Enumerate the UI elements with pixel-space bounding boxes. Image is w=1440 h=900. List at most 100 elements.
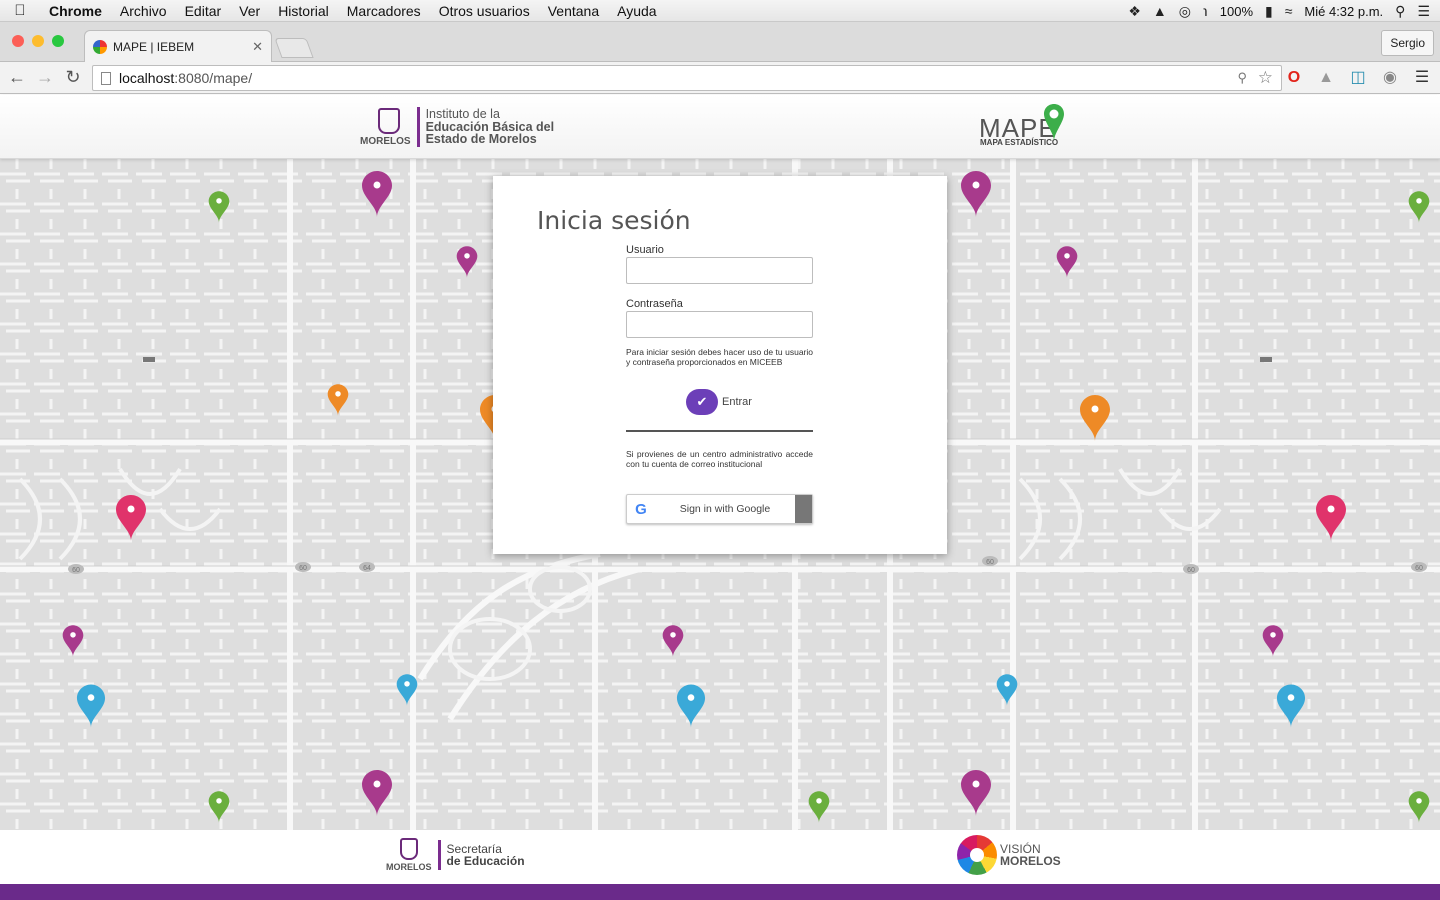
entrar-button[interactable]: ✔ Entrar xyxy=(686,389,752,415)
menu-ventana[interactable]: Ventana xyxy=(539,3,608,19)
map-marker-blue[interactable] xyxy=(76,683,106,729)
menubar-status-area: ❖ ▲ ◎ ℩ 100% ▮ ≈ Mié 4:32 p.m. ⚲ ☰ xyxy=(1128,0,1430,22)
chrome-menu-icon[interactable]: ☰ xyxy=(1412,68,1432,88)
footer-purple-bar xyxy=(0,884,1440,900)
login-card: Inicia sesión Usuario Contraseña Para in… xyxy=(493,176,947,554)
iebem-logo[interactable]: MORELOS Instituto de la Educación Básica… xyxy=(360,107,554,147)
battery-icon[interactable]: ▮ xyxy=(1265,3,1273,20)
battery-percent: 100% xyxy=(1219,3,1253,19)
browser-tab-active[interactable]: MAPE | IEBEM ✕ xyxy=(84,30,272,62)
page-icon xyxy=(101,71,111,85)
map-marker-magenta[interactable] xyxy=(960,769,992,817)
logo-divider xyxy=(416,107,420,147)
map-marker-green[interactable] xyxy=(208,190,230,224)
window-zoom-button[interactable] xyxy=(52,35,64,47)
menu-archivo[interactable]: Archivo xyxy=(111,3,176,19)
morelos-label-footer: MORELOS xyxy=(386,862,432,872)
map-marker-blue-small[interactable] xyxy=(396,673,418,707)
extension-icon[interactable]: ◫ xyxy=(1348,68,1368,88)
macos-menubar:  Chrome Archivo Editar Ver Historial Ma… xyxy=(0,0,1440,22)
secretaria-educacion-logo[interactable]: MORELOS Secretaría de Educación xyxy=(386,838,525,872)
map-marker-green[interactable] xyxy=(1408,190,1430,224)
menu-marcadores[interactable]: Marcadores xyxy=(338,3,430,19)
map-marker-magenta-small[interactable] xyxy=(1262,624,1284,658)
menu-otros-usuarios[interactable]: Otros usuarios xyxy=(430,3,539,19)
map-marker-magenta[interactable] xyxy=(361,769,393,817)
opera-extension-icon[interactable]: O xyxy=(1284,68,1304,88)
svg-text:60: 60 xyxy=(299,565,307,572)
url-path: :8080/mape/ xyxy=(174,70,253,86)
map-marker-blue[interactable] xyxy=(1276,683,1306,729)
map-marker-pink[interactable] xyxy=(115,492,147,544)
map-marker-orange[interactable] xyxy=(327,383,349,417)
svg-text:60: 60 xyxy=(1187,567,1195,574)
location-icon[interactable]: ◎ xyxy=(1179,3,1191,20)
morelos-shield-icon xyxy=(399,838,418,860)
menu-historial[interactable]: Historial xyxy=(269,3,338,19)
reload-icon[interactable]: ↻ xyxy=(62,66,84,88)
google-g-icon: G xyxy=(635,500,647,518)
map-marker-pink[interactable] xyxy=(1315,492,1347,544)
username-input[interactable] xyxy=(626,257,813,284)
map-marker-orange[interactable] xyxy=(1079,394,1111,442)
google-sign-in-button[interactable]: G Sign in with Google xyxy=(626,494,813,524)
bookmark-star-icon[interactable]: ☆ xyxy=(1258,68,1273,88)
morelos-seal: MORELOS xyxy=(360,107,411,147)
wifi-icon[interactable]: ≈ xyxy=(1285,3,1293,19)
footer-logo-divider xyxy=(437,840,441,870)
notification-center-icon[interactable]: ☰ xyxy=(1417,3,1430,20)
map-marker-magenta-small[interactable] xyxy=(1056,245,1078,279)
menu-editar[interactable]: Editar xyxy=(176,3,231,19)
map-marker-green[interactable] xyxy=(808,790,830,824)
google-button-edge xyxy=(795,495,812,523)
address-bar[interactable]: localhost:8080/mape/ ⚲ ☆ xyxy=(92,65,1282,91)
menu-ayuda[interactable]: Ayuda xyxy=(608,3,665,19)
map-marker-blue-small[interactable] xyxy=(996,673,1018,707)
svg-text:60: 60 xyxy=(1415,565,1423,572)
window-close-button[interactable] xyxy=(12,35,24,47)
map-marker-magenta-small[interactable] xyxy=(62,624,84,658)
forward-icon[interactable]: → xyxy=(34,66,56,88)
site-header: MORELOS Instituto de la Educación Básica… xyxy=(0,95,1440,159)
drive-extension-icon[interactable]: ▲ xyxy=(1316,68,1336,88)
map-pin-icon xyxy=(1044,104,1064,141)
iebem-line-1: Instituto de la xyxy=(425,107,500,122)
browser-tabstrip: MAPE | IEBEM ✕ Sergio xyxy=(0,22,1440,62)
map-marker-blue[interactable] xyxy=(676,683,706,729)
dropbox-icon[interactable]: ❖ xyxy=(1128,3,1141,20)
login-title: Inicia sesión xyxy=(537,206,691,235)
login-divider xyxy=(626,430,813,432)
menu-ver[interactable]: Ver xyxy=(230,3,269,19)
google-drive-icon[interactable]: ▲ xyxy=(1153,3,1167,19)
vision-morelos-logo[interactable]: VISIÓN MORELOS xyxy=(957,835,1061,875)
map-marker-green[interactable] xyxy=(208,790,230,824)
camera-extension-icon[interactable]: ◉ xyxy=(1380,68,1400,88)
menu-app-name[interactable]: Chrome xyxy=(40,3,111,19)
check-icon: ✔ xyxy=(686,389,718,415)
map-marker-green[interactable] xyxy=(1408,790,1430,824)
window-minimize-button[interactable] xyxy=(32,35,44,47)
new-tab-button[interactable] xyxy=(274,38,314,58)
institutional-text: Si provienes de un centro administrativo… xyxy=(626,449,813,469)
password-input[interactable] xyxy=(626,311,813,338)
svg-text:64: 64 xyxy=(363,565,371,572)
vision-flower-icon xyxy=(957,835,997,875)
key-icon[interactable]: ⚲ xyxy=(1237,70,1247,86)
secretaria-line-2: de Educación xyxy=(446,854,525,868)
login-info-text: Para iniciar sesión debes hacer uso de t… xyxy=(626,347,813,367)
map-marker-magenta[interactable] xyxy=(960,170,992,218)
spotlight-search-icon[interactable]: ⚲ xyxy=(1395,3,1405,20)
morelos-seal-footer: MORELOS xyxy=(386,838,432,872)
bluetooth-icon[interactable]: ℩ xyxy=(1203,3,1208,20)
map-marker-magenta-small[interactable] xyxy=(662,624,684,658)
map-marker-magenta-small[interactable] xyxy=(456,245,478,279)
tab-close-icon[interactable]: ✕ xyxy=(252,39,263,55)
back-icon[interactable]: ← xyxy=(6,66,28,88)
map-marker-magenta[interactable] xyxy=(361,170,393,218)
profile-button[interactable]: Sergio xyxy=(1381,30,1434,56)
browser-toolbar: ← → ↻ localhost:8080/mape/ ⚲ ☆ O ▲ ◫ ◉ ☰ xyxy=(0,62,1440,94)
apple-menu-icon[interactable]:  xyxy=(0,2,40,19)
menubar-clock[interactable]: Mié 4:32 p.m. xyxy=(1304,4,1383,19)
secretaria-name: Secretaría de Educación xyxy=(447,843,525,867)
iebem-name: Instituto de la Educación Básica del Est… xyxy=(426,108,555,146)
